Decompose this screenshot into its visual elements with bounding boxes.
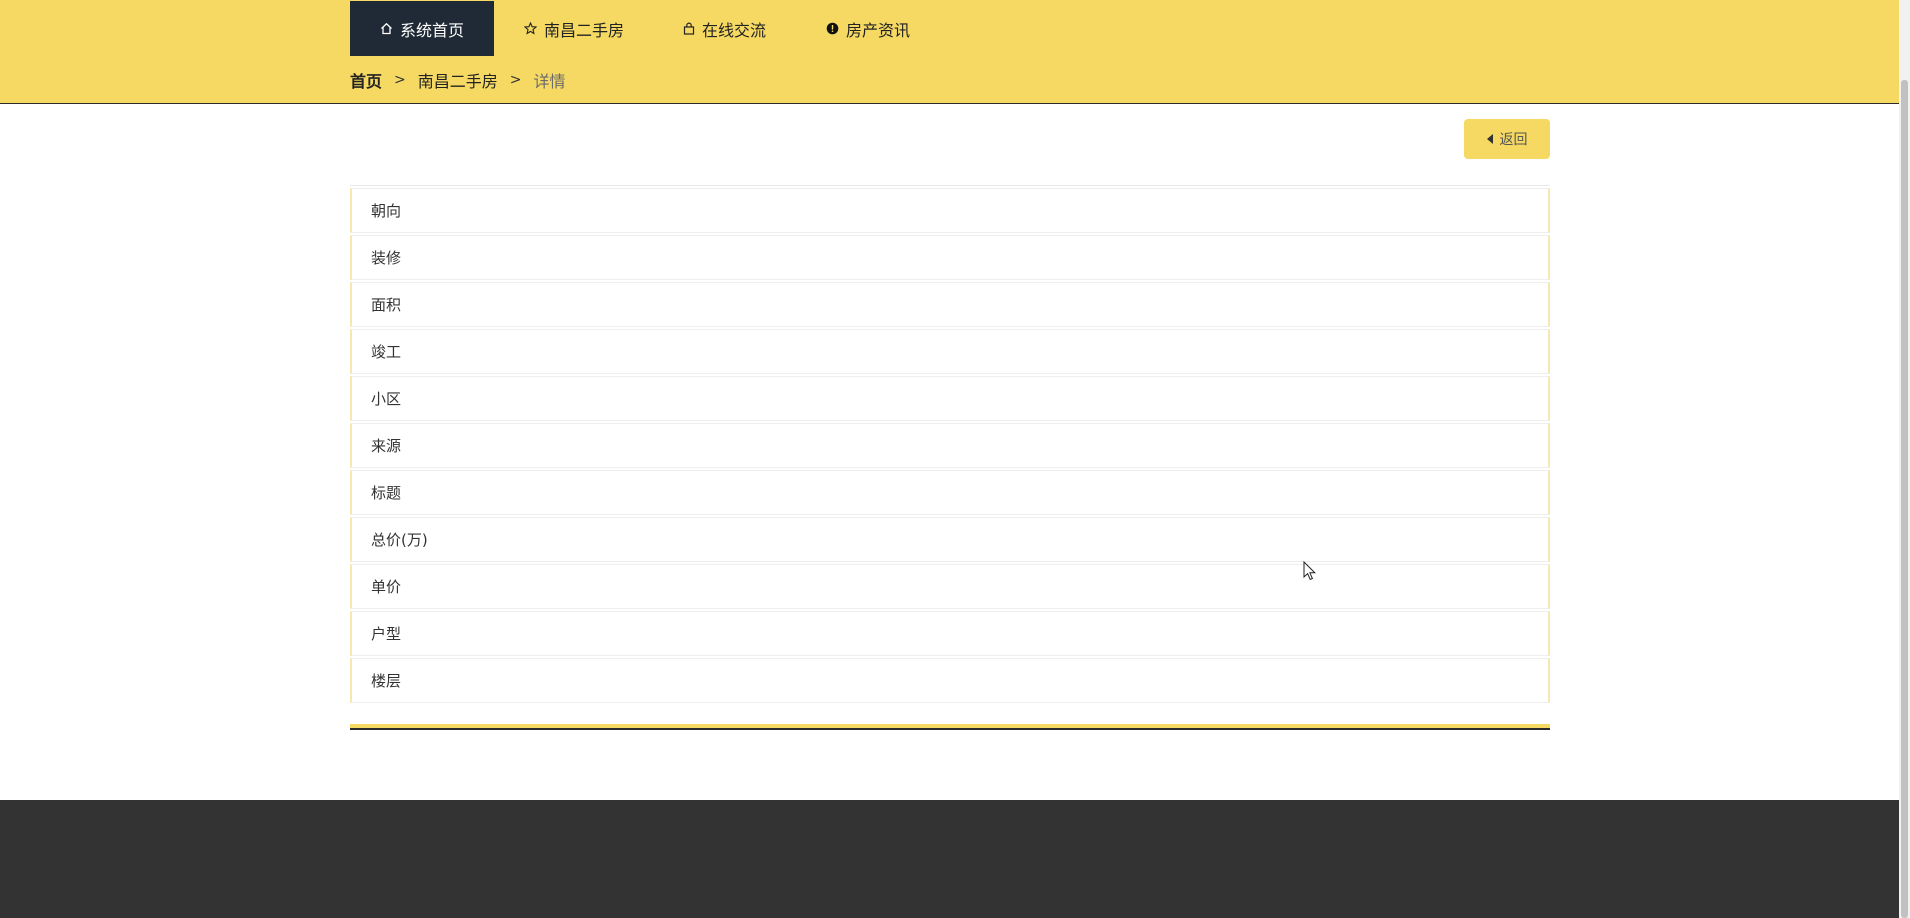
detail-row-area: 面积 xyxy=(350,282,1550,327)
main-nav: 系统首页 南昌二手房 在线交流 房产资讯 xyxy=(350,1,942,56)
detail-row-decoration: 装修 xyxy=(350,235,1550,280)
detail-label: 朝向 xyxy=(371,202,402,220)
nav-item-label: 系统首页 xyxy=(399,20,464,40)
back-button-label: 返回 xyxy=(1499,132,1528,148)
nav-item-home[interactable]: 系统首页 xyxy=(350,1,494,56)
detail-row-source: 来源 xyxy=(350,423,1550,468)
breadcrumb-separator: > xyxy=(509,72,522,88)
bag-icon xyxy=(682,22,696,36)
nav-item-label: 南昌二手房 xyxy=(543,20,624,40)
detail-label: 装修 xyxy=(371,249,402,267)
nav-item-online-chat[interactable]: 在线交流 xyxy=(654,1,794,56)
breadcrumb-home-link[interactable]: 首页 xyxy=(350,68,382,92)
star-icon xyxy=(524,22,538,36)
home-icon xyxy=(380,22,394,36)
detail-row-community: 小区 xyxy=(350,376,1550,421)
nav-item-label: 在线交流 xyxy=(701,20,766,40)
detail-label: 户型 xyxy=(371,625,402,643)
breadcrumb-section-link[interactable]: 南昌二手房 xyxy=(418,68,498,92)
detail-row-unit-price: 单价 xyxy=(350,564,1550,609)
detail-label: 面积 xyxy=(371,296,402,314)
detail-label: 总价(万) xyxy=(371,531,428,549)
detail-label: 来源 xyxy=(371,437,402,455)
detail-row-total-price: 总价(万) xyxy=(350,517,1550,562)
vertical-scrollbar[interactable] xyxy=(1899,0,1910,918)
detail-label: 单价 xyxy=(371,578,402,596)
detail-row-completion: 竣工 xyxy=(350,329,1550,374)
detail-row-layout: 户型 xyxy=(350,611,1550,656)
caret-left-icon xyxy=(1486,134,1493,144)
breadcrumb: 首页 > 南昌二手房 > 详情 xyxy=(350,67,566,93)
detail-table: 朝向 装修 面积 竣工 小区 来源 标题 总价(万) 单价 户型 楼层 xyxy=(350,185,1550,703)
detail-label: 标题 xyxy=(371,484,402,502)
mouse-cursor-icon xyxy=(1303,560,1317,581)
site-footer xyxy=(0,800,1899,918)
detail-row-floor: 楼层 xyxy=(350,658,1550,703)
info-icon xyxy=(826,22,840,36)
detail-label: 楼层 xyxy=(371,672,402,690)
detail-label: 竣工 xyxy=(371,343,402,361)
scrollbar-thumb[interactable] xyxy=(1901,80,1908,918)
nav-item-label: 房产资讯 xyxy=(845,20,910,40)
site-header: 系统首页 南昌二手房 在线交流 房产资讯 首页 > 南昌二手房 > 详情 xyxy=(0,0,1899,104)
detail-row-title: 标题 xyxy=(350,470,1550,515)
detail-label: 小区 xyxy=(371,390,402,408)
detail-row-orientation: 朝向 xyxy=(350,188,1550,233)
nav-item-nanchang-secondhand[interactable]: 南昌二手房 xyxy=(494,1,654,56)
nav-item-property-news[interactable]: 房产资讯 xyxy=(794,1,942,56)
back-button[interactable]: 返回 xyxy=(1464,119,1550,159)
breadcrumb-current: 详情 xyxy=(533,72,566,91)
breadcrumb-separator: > xyxy=(394,72,406,88)
content-divider xyxy=(350,724,1550,730)
